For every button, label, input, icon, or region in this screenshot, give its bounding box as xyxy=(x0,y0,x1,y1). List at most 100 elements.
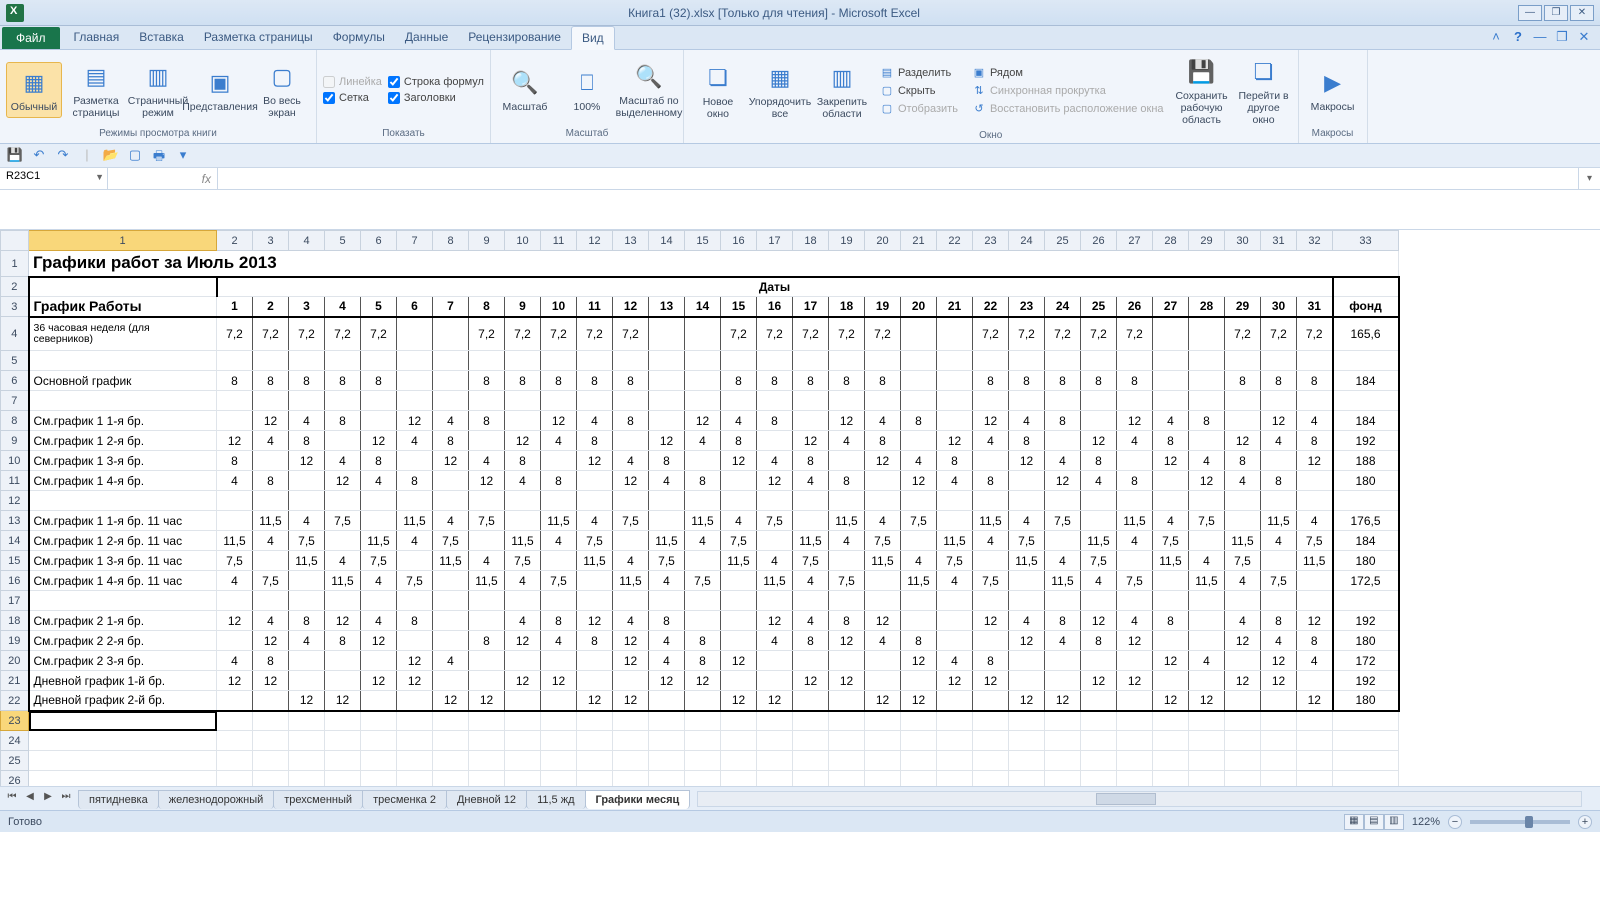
row-header[interactable]: 3 xyxy=(1,297,29,317)
data-cell[interactable] xyxy=(973,391,1009,411)
data-cell[interactable]: 4 xyxy=(1117,531,1153,551)
data-cell[interactable]: 12 xyxy=(253,631,289,651)
column-header[interactable]: 21 xyxy=(901,231,937,251)
data-cell[interactable] xyxy=(1117,591,1153,611)
fund-cell[interactable]: 176,5 xyxy=(1333,511,1399,531)
cell[interactable] xyxy=(865,751,901,771)
cell[interactable] xyxy=(469,771,505,787)
data-cell[interactable]: 8 xyxy=(613,371,649,391)
data-cell[interactable]: 11,5 xyxy=(973,511,1009,531)
data-cell[interactable] xyxy=(793,691,829,711)
data-cell[interactable]: 4 xyxy=(721,511,757,531)
fund-cell[interactable] xyxy=(1333,351,1399,371)
data-cell[interactable] xyxy=(433,491,469,511)
data-cell[interactable]: 8 xyxy=(865,371,901,391)
data-cell[interactable] xyxy=(397,631,433,651)
data-cell[interactable] xyxy=(1189,611,1225,631)
data-cell[interactable] xyxy=(865,651,901,671)
data-cell[interactable] xyxy=(829,451,865,471)
data-cell[interactable] xyxy=(505,391,541,411)
data-cell[interactable]: 12 xyxy=(685,411,721,431)
data-cell[interactable] xyxy=(613,391,649,411)
data-cell[interactable]: 7,2 xyxy=(721,317,757,351)
fund-cell[interactable]: 188 xyxy=(1333,451,1399,471)
data-cell[interactable] xyxy=(1009,671,1045,691)
cell[interactable] xyxy=(1225,771,1261,787)
data-cell[interactable]: 8 xyxy=(1225,451,1261,471)
minimize-button[interactable]: — xyxy=(1518,5,1542,21)
data-cell[interactable] xyxy=(1009,351,1045,371)
data-cell[interactable]: 12 xyxy=(1045,691,1081,711)
data-cell[interactable] xyxy=(505,591,541,611)
sheet-nav-next-icon[interactable]: ▶ xyxy=(40,791,56,807)
data-cell[interactable]: 4 xyxy=(649,571,685,591)
data-cell[interactable]: 11,5 xyxy=(577,551,613,571)
data-cell[interactable]: 8 xyxy=(973,651,1009,671)
cell[interactable] xyxy=(29,771,217,787)
data-cell[interactable]: 12 xyxy=(1225,671,1261,691)
fund-cell[interactable] xyxy=(1333,591,1399,611)
cell[interactable] xyxy=(793,771,829,787)
data-cell[interactable] xyxy=(973,631,1009,651)
column-header[interactable]: 28 xyxy=(1153,231,1189,251)
data-cell[interactable] xyxy=(397,491,433,511)
cell[interactable] xyxy=(1333,731,1399,751)
column-header[interactable]: 25 xyxy=(1045,231,1081,251)
data-cell[interactable] xyxy=(1261,391,1297,411)
data-cell[interactable] xyxy=(757,491,793,511)
data-cell[interactable] xyxy=(361,351,397,371)
column-header[interactable]: 22 xyxy=(937,231,973,251)
data-cell[interactable]: 12 xyxy=(613,691,649,711)
page-break-button[interactable]: ▥Страничный режим xyxy=(130,57,186,123)
row-header[interactable]: 16 xyxy=(1,571,29,591)
data-cell[interactable] xyxy=(1225,411,1261,431)
data-cell[interactable]: 12 xyxy=(649,431,685,451)
data-cell[interactable]: 8 xyxy=(325,411,361,431)
data-cell[interactable]: 7,5 xyxy=(541,571,577,591)
column-header[interactable]: 12 xyxy=(577,231,613,251)
data-cell[interactable]: 12 xyxy=(685,671,721,691)
data-cell[interactable]: 4 xyxy=(685,531,721,551)
data-cell[interactable]: 7,5 xyxy=(217,551,253,571)
data-cell[interactable] xyxy=(937,611,973,631)
row-header[interactable]: 4 xyxy=(1,317,29,351)
column-header[interactable]: 32 xyxy=(1297,231,1333,251)
data-cell[interactable] xyxy=(1261,491,1297,511)
data-cell[interactable]: 12 xyxy=(1117,631,1153,651)
cell[interactable] xyxy=(469,751,505,771)
data-cell[interactable] xyxy=(541,691,577,711)
data-cell[interactable] xyxy=(397,351,433,371)
data-cell[interactable]: 8 xyxy=(217,371,253,391)
data-cell[interactable] xyxy=(433,391,469,411)
data-cell[interactable]: 12 xyxy=(217,611,253,631)
sheet-tab[interactable]: трехсменный xyxy=(273,790,363,809)
data-cell[interactable]: 7,2 xyxy=(613,317,649,351)
data-cell[interactable]: 11,5 xyxy=(793,531,829,551)
cell[interactable] xyxy=(613,751,649,771)
data-cell[interactable]: 8 xyxy=(505,451,541,471)
data-cell[interactable] xyxy=(649,351,685,371)
row-header[interactable]: 14 xyxy=(1,531,29,551)
data-cell[interactable]: 12 xyxy=(1081,671,1117,691)
data-cell[interactable] xyxy=(829,491,865,511)
data-cell[interactable]: 8 xyxy=(1261,471,1297,491)
data-cell[interactable]: 8 xyxy=(1081,371,1117,391)
data-cell[interactable] xyxy=(253,491,289,511)
data-cell[interactable]: 12 xyxy=(289,451,325,471)
data-cell[interactable] xyxy=(613,591,649,611)
day-header[interactable]: 7 xyxy=(433,297,469,317)
data-cell[interactable]: 4 xyxy=(253,431,289,451)
data-cell[interactable] xyxy=(541,551,577,571)
row-header[interactable]: 12 xyxy=(1,491,29,511)
data-cell[interactable]: 4 xyxy=(1081,571,1117,591)
fund-cell[interactable]: 180 xyxy=(1333,631,1399,651)
cell[interactable] xyxy=(1189,771,1225,787)
row-label[interactable] xyxy=(29,591,217,611)
data-cell[interactable]: 12 xyxy=(325,611,361,631)
data-cell[interactable] xyxy=(469,651,505,671)
data-cell[interactable] xyxy=(325,351,361,371)
column-header[interactable]: 6 xyxy=(361,231,397,251)
data-cell[interactable]: 12 xyxy=(829,411,865,431)
cell[interactable] xyxy=(1009,751,1045,771)
cell[interactable] xyxy=(253,771,289,787)
